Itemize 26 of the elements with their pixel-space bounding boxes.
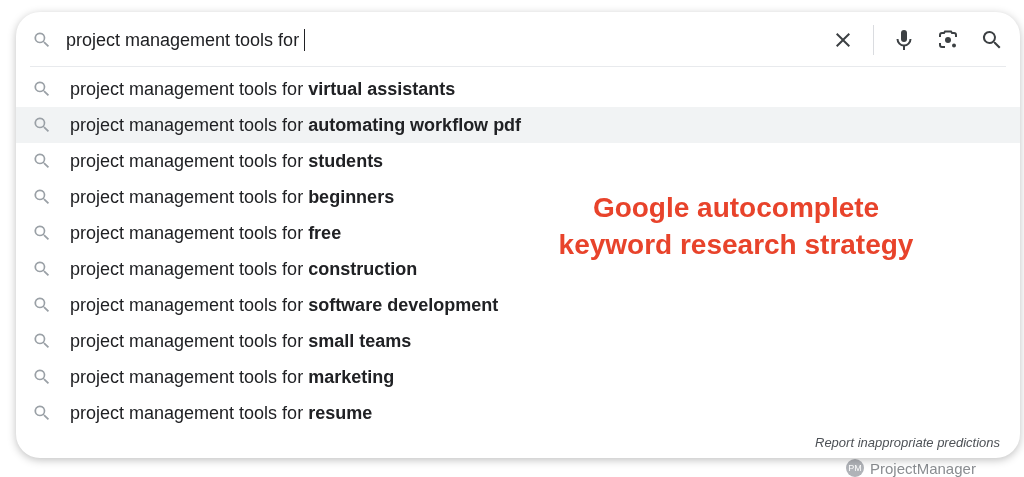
- suggestion-item[interactable]: project management tools for automating workflow pdf: [16, 107, 1020, 143]
- search-icon: [32, 403, 52, 423]
- search-field[interactable]: project management tools for: [66, 29, 811, 51]
- search-icon: [32, 79, 52, 99]
- suggestion-item[interactable]: project management tools for small teams: [16, 323, 420, 359]
- site-badge: PM: [846, 459, 864, 477]
- report-link[interactable]: Report inappropriate predictions: [815, 435, 1000, 450]
- search-icon: [32, 295, 52, 315]
- suggestion-item[interactable]: project management tools for software development: [16, 287, 507, 323]
- search-icon: [32, 30, 52, 50]
- suggestion-item[interactable]: project management tools for construction: [16, 251, 426, 287]
- search-icon: [32, 367, 52, 387]
- search-icon: [32, 259, 52, 279]
- suggestion-item[interactable]: project management tools for beginners: [16, 179, 403, 215]
- suggestion-item[interactable]: project management tools for virtual assistants: [16, 71, 464, 107]
- suggestion-item[interactable]: project management tools for marketing: [16, 359, 403, 395]
- suggestion-item[interactable]: project management tools for students: [16, 143, 392, 179]
- search-icon: [32, 151, 52, 171]
- search-icon: [32, 187, 52, 207]
- site-name: ProjectManager: [870, 459, 976, 477]
- search-icon: [32, 115, 52, 135]
- search-icon: [32, 331, 52, 351]
- suggestion-item[interactable]: project management tools for free: [16, 215, 350, 251]
- search-icon: [32, 223, 52, 243]
- suggestion-item[interactable]: project management tools for resume: [16, 395, 381, 431]
- annotation-text: Google autocomplete keyword research strategy: [557, 191, 915, 262]
